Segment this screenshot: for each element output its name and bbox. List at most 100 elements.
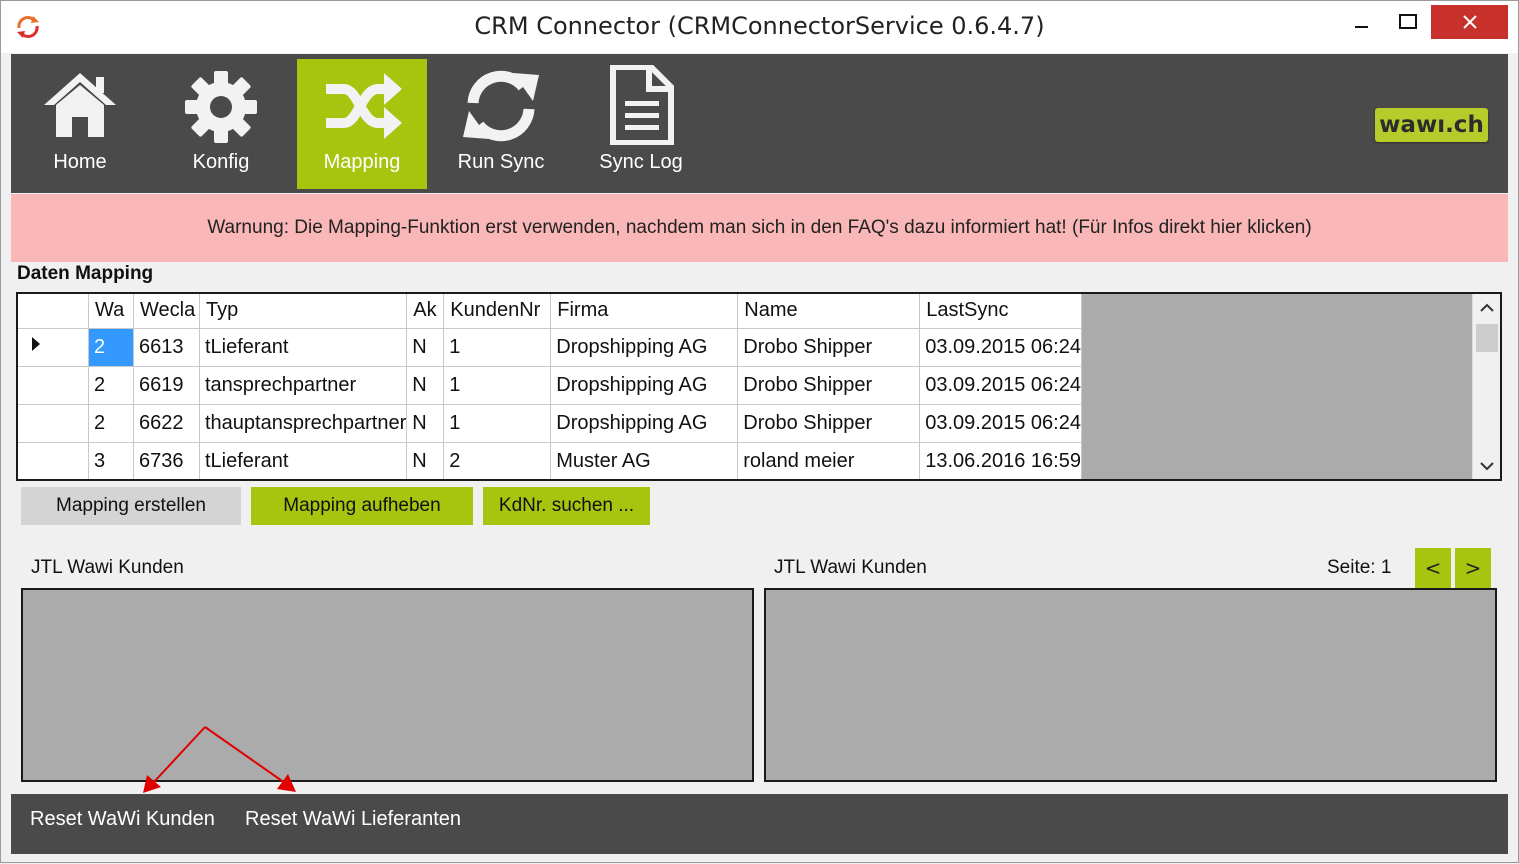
table-row[interactable]: 2 6619 tansprechpartner N 1 Dropshipping… [18, 365, 1082, 404]
column-header[interactable]: Wa [88, 294, 134, 328]
table-cell[interactable]: 1 [443, 327, 552, 366]
table-cell[interactable]: 3 [88, 441, 134, 479]
document-icon [610, 65, 674, 145]
table-cell[interactable]: 6622 [133, 403, 200, 442]
window-title: CRM Connector (CRMConnectorService 0.6.4… [474, 12, 1045, 40]
table-cell[interactable]: tLieferant [199, 327, 408, 366]
table-cell[interactable]: N [406, 441, 445, 479]
column-header[interactable]: LastSync [919, 294, 1082, 328]
scrollbar-thumb[interactable] [1476, 324, 1498, 352]
table-cell[interactable]: Dropshipping AG [550, 365, 739, 404]
right-panel-label: JTL Wawi Kunden [774, 557, 927, 578]
nav-home-label: Home [53, 151, 107, 173]
row-header-corner [18, 294, 89, 328]
warning-banner[interactable]: Warnung: Die Mapping-Funktion erst verwe… [11, 194, 1508, 262]
mapping-grid[interactable]: Wa Wecla Typ Ak KundenNr Firma Name Last… [16, 292, 1502, 481]
shuffle-icon [326, 73, 402, 139]
chevron-down-icon [1480, 462, 1494, 471]
sync-icon [463, 70, 539, 142]
current-row-indicator[interactable] [18, 327, 89, 366]
column-header[interactable]: KundenNr [443, 294, 552, 328]
table-cell[interactable]: 2 [88, 365, 134, 404]
search-customer-number-button[interactable]: KdNr. suchen ... [483, 487, 650, 525]
column-header[interactable]: Wecla [133, 294, 200, 328]
nav-konfig[interactable]: Konfig [156, 59, 286, 189]
table-cell[interactable]: 2 [88, 327, 134, 366]
scroll-down-button[interactable] [1473, 454, 1500, 478]
table-cell[interactable]: N [406, 403, 445, 442]
table-cell[interactable]: Muster AG [550, 441, 739, 479]
create-mapping-button[interactable]: Mapping erstellen [21, 487, 241, 525]
nav-mapping[interactable]: Mapping [297, 59, 427, 189]
nav-konfig-label: Konfig [192, 151, 250, 173]
maximize-button[interactable] [1385, 5, 1431, 39]
row-header[interactable] [18, 441, 89, 479]
nav-sync-log[interactable]: Sync Log [576, 59, 706, 189]
table-cell[interactable]: Drobo Shipper [737, 327, 921, 366]
reset-wawi-suppliers-link[interactable]: Reset WaWi Lieferanten [245, 808, 461, 831]
table-cell[interactable]: 6619 [133, 365, 200, 404]
wawi-customers-list-left[interactable] [21, 588, 754, 782]
table-cell[interactable]: Drobo Shipper [737, 365, 921, 404]
title-bar: CRM Connector (CRMConnectorService 0.6.4… [1, 1, 1518, 53]
main-toolbar: Home Konfig Mapping Run Sync Sync Log wa… [11, 54, 1508, 193]
table-cell[interactable]: 2 [88, 403, 134, 442]
table-cell[interactable]: 6613 [133, 327, 200, 366]
close-icon [1462, 15, 1477, 29]
table-cell[interactable]: Dropshipping AG [550, 327, 739, 366]
reset-wawi-customers-link[interactable]: Reset WaWi Kunden [30, 808, 215, 831]
nav-mapping-label: Mapping [323, 151, 401, 173]
table-cell[interactable]: tansprechpartner [199, 365, 408, 404]
table-row[interactable]: 2 6613 tLieferant N 1 Dropshipping AG Dr… [18, 327, 1082, 366]
table-cell[interactable]: thauptansprechpartner [199, 403, 408, 442]
nav-sync-log-label: Sync Log [599, 151, 683, 173]
home-icon [44, 73, 116, 137]
mapping-table: Wa Wecla Typ Ak KundenNr Firma Name Last… [18, 294, 1082, 479]
maximize-icon [1399, 14, 1417, 29]
previous-page-button[interactable]: < [1415, 548, 1451, 588]
table-cell[interactable]: roland meier [737, 441, 921, 479]
bottom-bar: Reset WaWi Kunden Reset WaWi Lieferanten [11, 794, 1508, 854]
wawi-customers-list-right[interactable] [764, 588, 1497, 782]
remove-mapping-button[interactable]: Mapping aufheben [251, 487, 473, 525]
table-cell[interactable]: Drobo Shipper [737, 403, 921, 442]
table-cell[interactable]: 2 [443, 441, 552, 479]
table-cell[interactable]: tLieferant [199, 441, 408, 479]
column-header[interactable]: Ak [406, 294, 445, 328]
table-cell[interactable]: N [406, 365, 445, 404]
minimize-icon [1355, 26, 1368, 28]
column-header[interactable]: Firma [550, 294, 739, 328]
table-row[interactable]: 3 6736 tLieferant N 2 Muster AG roland m… [18, 441, 1082, 479]
app-window: CRM Connector (CRMConnectorService 0.6.4… [0, 0, 1519, 863]
table-cell[interactable]: 03.09.2015 06:24 [919, 327, 1082, 366]
table-cell[interactable]: 03.09.2015 06:24 [919, 365, 1082, 404]
scroll-up-button[interactable] [1473, 296, 1500, 320]
section-title: Daten Mapping [17, 263, 154, 284]
nav-home[interactable]: Home [15, 59, 145, 189]
close-button[interactable] [1431, 5, 1508, 39]
next-page-button[interactable]: > [1455, 548, 1491, 588]
table-cell[interactable]: 1 [443, 403, 552, 442]
table-cell[interactable]: 1 [443, 365, 552, 404]
row-pointer-icon [32, 337, 40, 351]
vertical-scrollbar[interactable] [1472, 294, 1500, 479]
nav-run-sync[interactable]: Run Sync [436, 59, 566, 189]
table-cell[interactable]: Dropshipping AG [550, 403, 739, 442]
minimize-button[interactable] [1339, 5, 1385, 39]
page-indicator: Seite: 1 [1327, 557, 1392, 578]
table-cell[interactable]: 6736 [133, 441, 200, 479]
table-cell[interactable]: N [406, 327, 445, 366]
chevron-up-icon [1480, 303, 1494, 312]
nav-run-sync-label: Run Sync [457, 151, 545, 173]
table-header-row: Wa Wecla Typ Ak KundenNr Firma Name Last… [18, 294, 1082, 328]
row-header[interactable] [18, 403, 89, 442]
column-header[interactable]: Typ [199, 294, 408, 328]
left-panel-label: JTL Wawi Kunden [31, 557, 184, 578]
gear-icon [185, 71, 257, 143]
table-cell[interactable]: 13.06.2016 16:59 [919, 441, 1082, 479]
table-cell[interactable]: 03.09.2015 06:24 [919, 403, 1082, 442]
column-header[interactable]: Name [737, 294, 921, 328]
row-header[interactable] [18, 365, 89, 404]
wawi-logo: wawı.ch [1375, 108, 1488, 142]
table-row[interactable]: 2 6622 thauptansprechpartner N 1 Dropshi… [18, 403, 1082, 442]
